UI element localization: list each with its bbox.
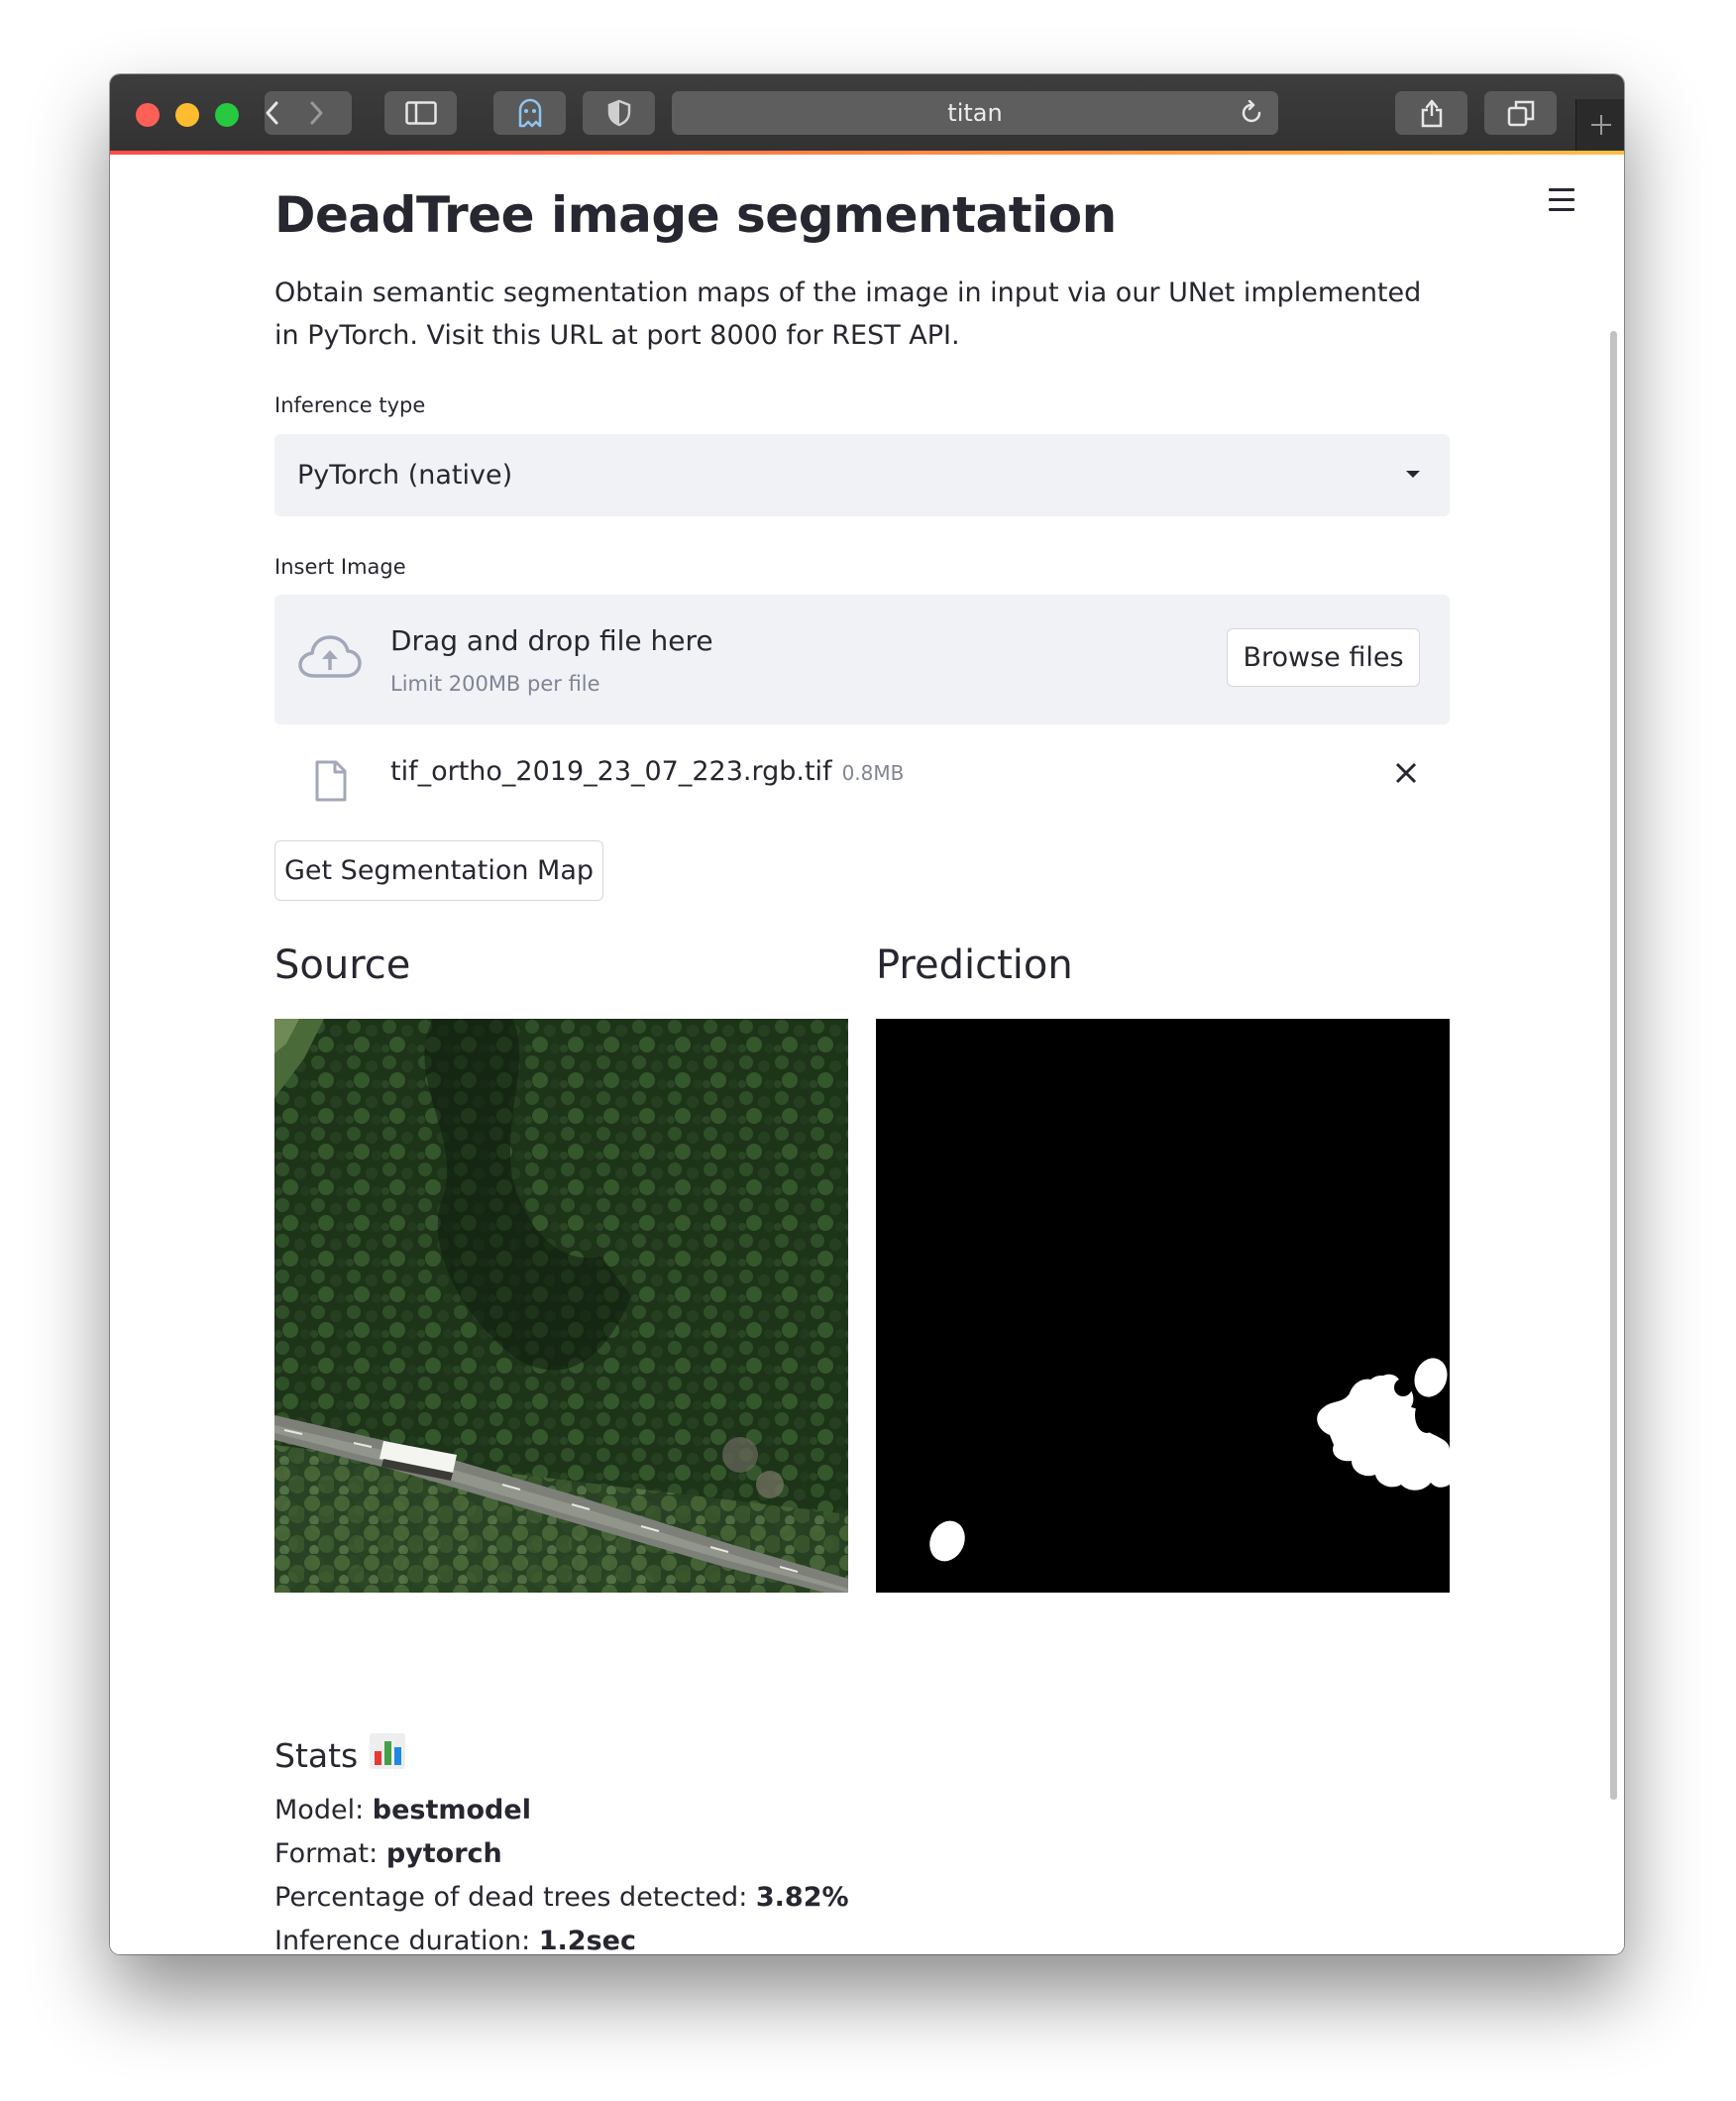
cloud-upload-icon [298, 634, 362, 684]
url-text: titan [947, 99, 1003, 127]
chevron-right-icon[interactable] [308, 100, 352, 126]
stat-duration: Inference duration: 1.2sec [274, 1926, 636, 1954]
menu-icon[interactable] [1549, 188, 1574, 218]
stat-dead-trees-value: 3.82% [755, 1882, 849, 1913]
stat-duration-value: 1.2sec [538, 1926, 636, 1954]
insert-image-label: Insert Image [274, 555, 406, 579]
address-bar[interactable]: titan [672, 91, 1278, 135]
stat-dead-trees-label: Percentage of dead trees detected: [274, 1882, 756, 1913]
zoom-window-button[interactable] [215, 103, 239, 127]
tabs-icon[interactable] [1484, 91, 1557, 135]
prediction-image [876, 1019, 1450, 1593]
file-dropzone[interactable]: Drag and drop file here Limit 200MB per … [274, 595, 1450, 724]
source-image [274, 1019, 848, 1593]
inference-type-select[interactable]: PyTorch (native) [274, 434, 1450, 516]
stat-format-value: pytorch [385, 1838, 502, 1869]
prediction-heading: Prediction [876, 942, 1073, 988]
page-description: Obtain semantic segmentation maps of the… [274, 277, 1422, 351]
plus-icon[interactable] [1575, 99, 1624, 151]
stat-duration-label: Inference duration: [274, 1926, 539, 1954]
file-size-text: 0.8MB [841, 761, 905, 785]
browser-toolbar: titan [110, 74, 1624, 152]
uploaded-file-row: tif_ortho_2019_23_07_223.rgb.tif 0.8MB [274, 734, 1450, 824]
app-content: DeadTree image segmentation Obtain seman… [110, 155, 1624, 1954]
stat-model: Model: bestmodel [274, 1795, 531, 1825]
inference-type-label: Inference type [274, 393, 426, 417]
stat-model-value: bestmodel [372, 1795, 531, 1825]
stat-format-label: Format: [274, 1838, 386, 1869]
scrollbar[interactable] [1610, 331, 1617, 1800]
shield-icon[interactable] [583, 91, 655, 135]
drag-drop-text: Drag and drop file here [390, 624, 713, 657]
stats-heading: Stats [274, 1733, 406, 1777]
stats-heading-text: Stats [274, 1735, 359, 1775]
close-icon[interactable] [1395, 762, 1417, 788]
close-window-button[interactable] [136, 103, 160, 127]
get-segmentation-map-button[interactable]: Get Segmentation Map [274, 840, 603, 901]
share-icon[interactable] [1395, 91, 1467, 135]
file-icon [314, 760, 348, 806]
stat-model-label: Model: [274, 1795, 373, 1825]
bar-chart-icon [370, 1733, 406, 1777]
page-title: DeadTree image segmentation [274, 186, 1117, 244]
minimize-window-button[interactable] [175, 103, 199, 127]
reload-icon[interactable] [1239, 99, 1264, 132]
browse-files-button[interactable]: Browse files [1227, 628, 1420, 687]
ghost-icon[interactable] [493, 91, 566, 135]
back-forward-group [265, 91, 352, 135]
file-name-text: tif_ortho_2019_23_07_223.rgb.tif [390, 756, 832, 787]
chevron-left-icon[interactable] [265, 100, 308, 126]
sidebar-icon[interactable] [384, 91, 457, 135]
browser-window: titan DeadTree image segmentation Obtain… [110, 74, 1624, 1954]
caret-down-icon [1406, 471, 1420, 478]
file-limit-text: Limit 200MB per file [390, 672, 600, 696]
stat-format: Format: pytorch [274, 1838, 502, 1869]
source-heading: Source [274, 942, 411, 988]
inference-type-value: PyTorch (native) [297, 460, 513, 491]
uploaded-file-name: tif_ortho_2019_23_07_223.rgb.tif 0.8MB [390, 756, 904, 787]
stat-dead-trees: Percentage of dead trees detected: 3.82% [274, 1882, 849, 1913]
